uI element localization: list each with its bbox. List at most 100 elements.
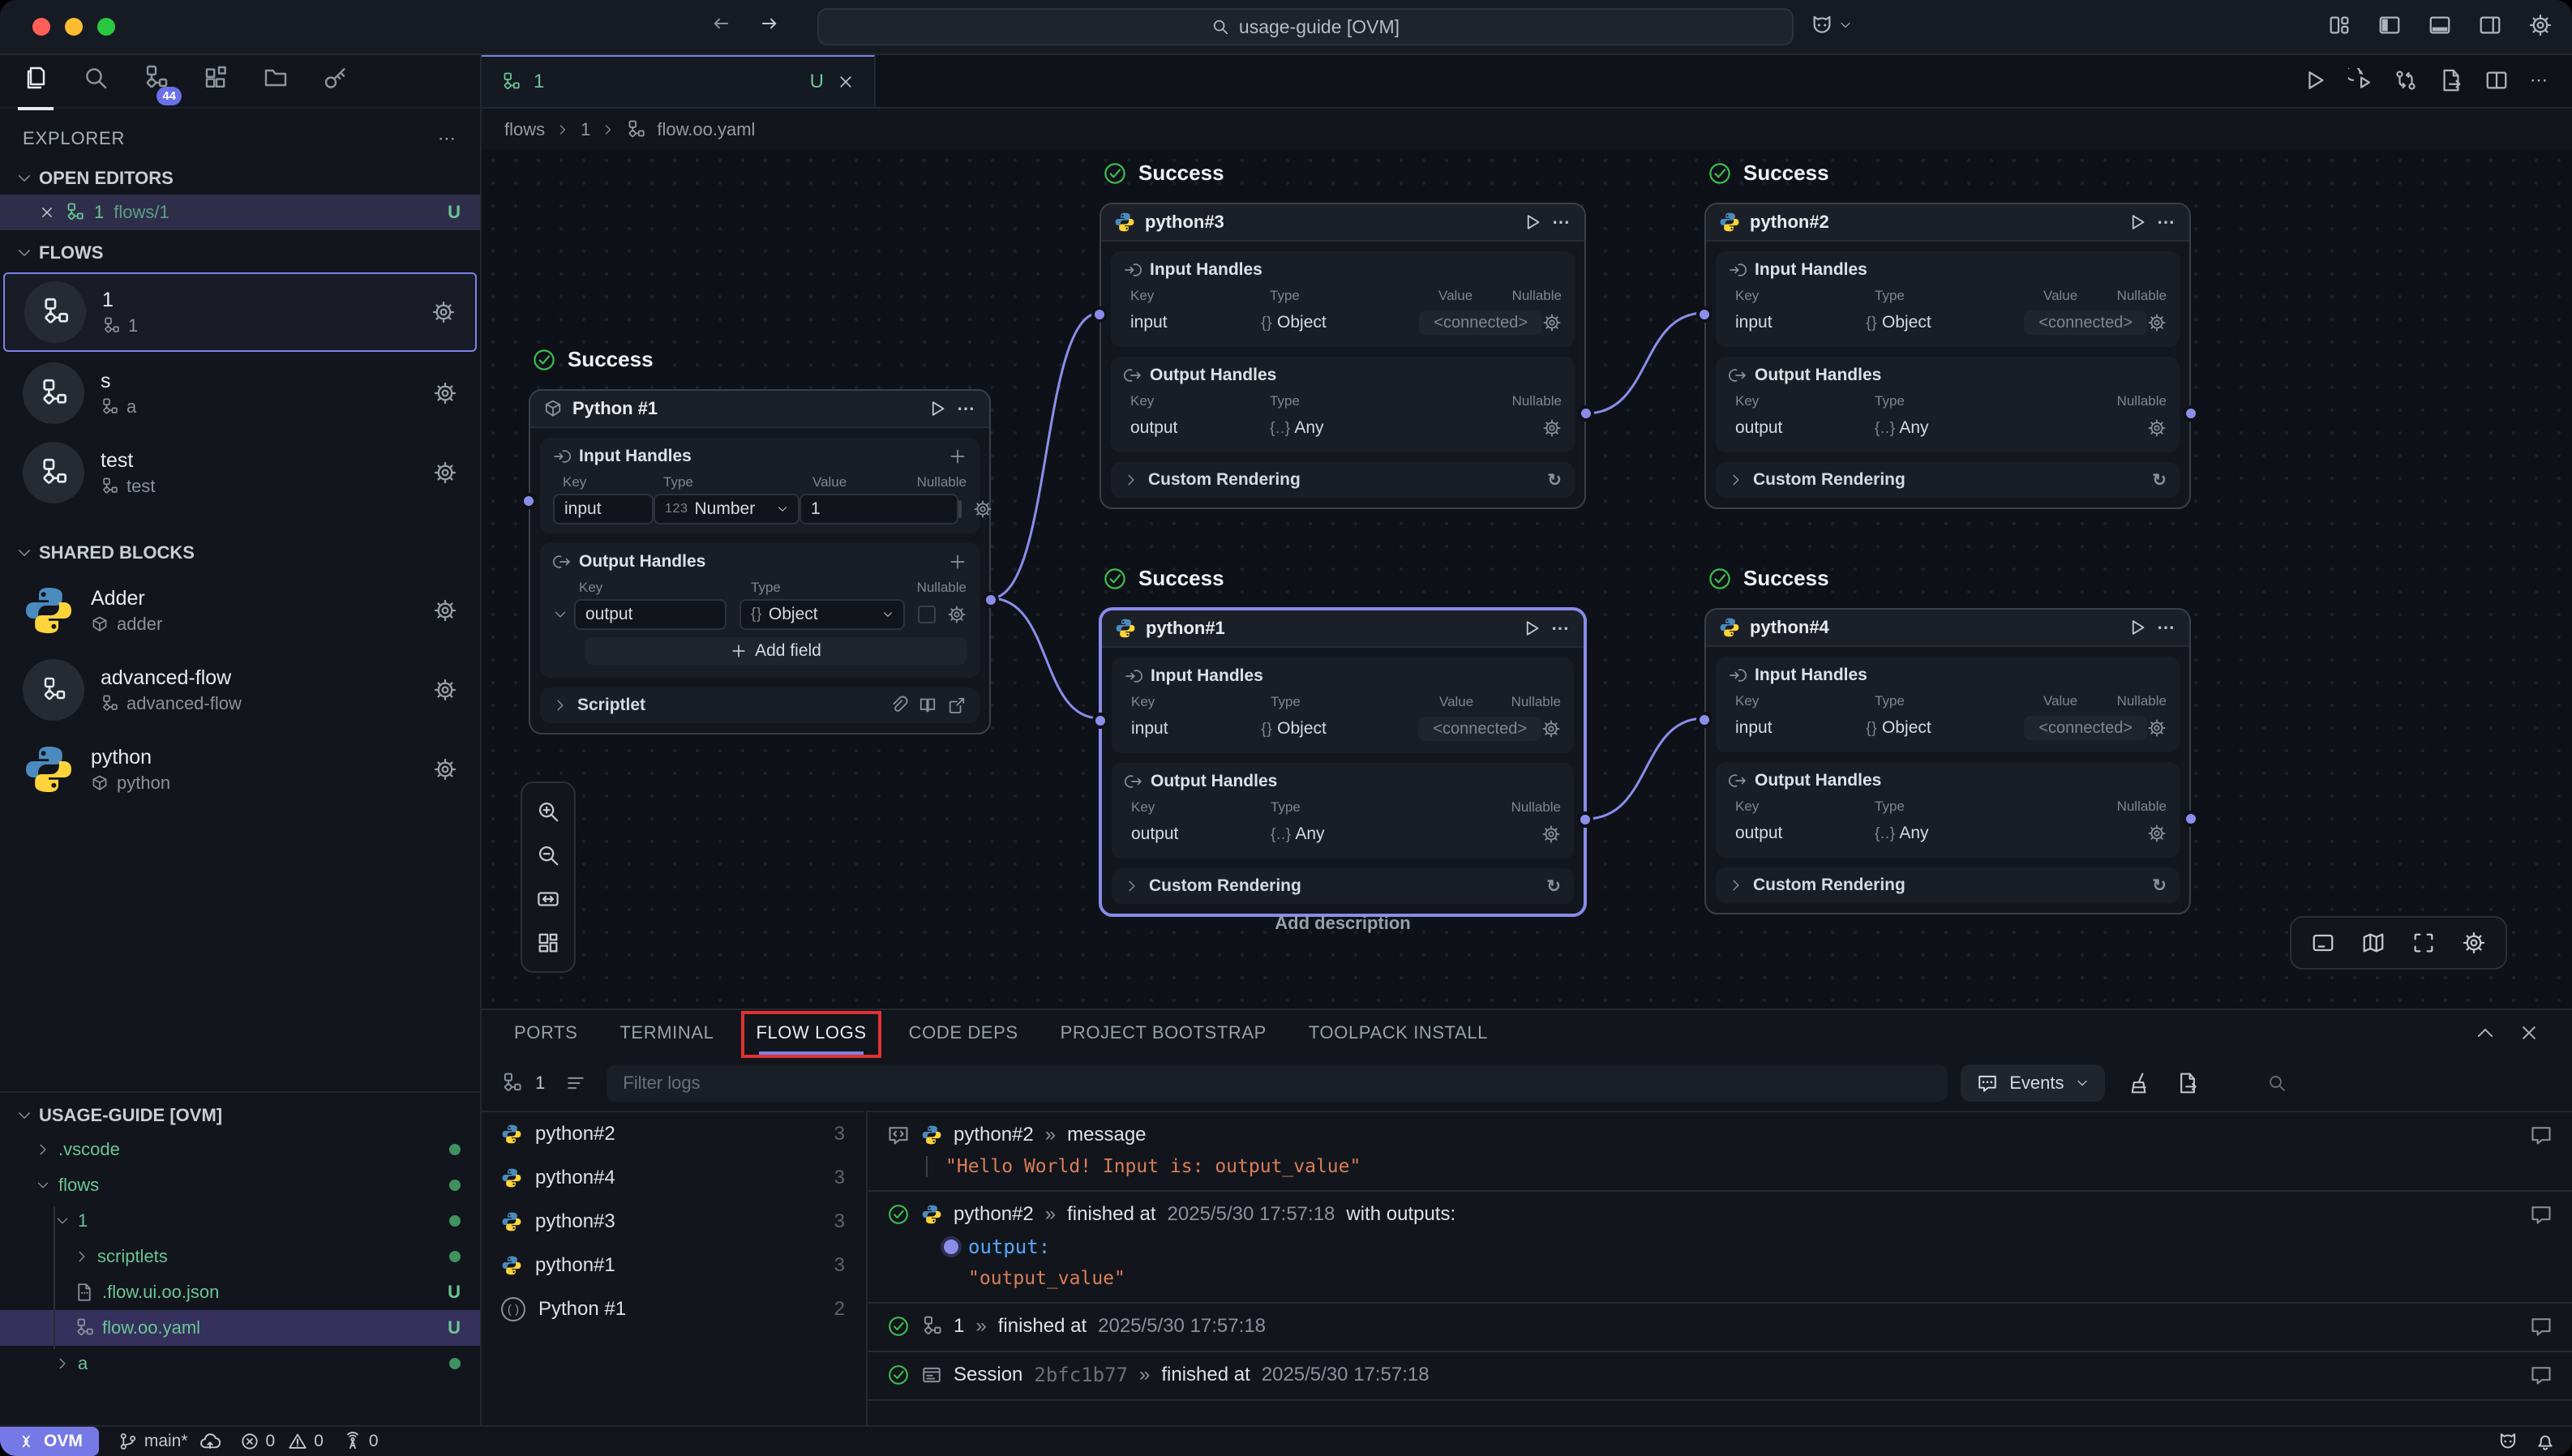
flow-card-s[interactable]: s a <box>3 355 477 431</box>
explorer-more-actions[interactable]: ⋯ <box>438 128 457 149</box>
input-port[interactable] <box>1696 712 1713 728</box>
handle-settings-gear-icon[interactable] <box>1541 719 1561 739</box>
copilot-status-icon[interactable] <box>2497 1431 2518 1452</box>
node-more-actions[interactable]: ⋯ <box>1551 618 1571 639</box>
tree-item-flows[interactable]: flows <box>0 1167 480 1203</box>
ports-status[interactable]: 0 <box>343 1432 379 1451</box>
log-source-item[interactable]: python#33 <box>482 1200 864 1244</box>
node-more-actions[interactable]: ⋯ <box>2157 617 2176 638</box>
chevron-down-icon[interactable] <box>1839 19 1852 32</box>
value-input[interactable]: 1 <box>799 494 958 525</box>
filter-logs-input[interactable] <box>607 1064 1948 1102</box>
handle-settings-gear-icon[interactable] <box>1542 418 1562 438</box>
log-entry-message[interactable]: python#2»message "Hello World! Input is:… <box>868 1112 2572 1192</box>
flow-settings-gear-icon[interactable] <box>433 381 457 405</box>
open-external-icon[interactable] <box>947 696 967 715</box>
tree-item-vscode[interactable]: .vscode <box>0 1132 480 1167</box>
notifications-bell-icon[interactable] <box>2535 1431 2556 1452</box>
custom-rendering-section[interactable]: Custom Rendering ↻ <box>1716 867 2180 903</box>
tab-ports[interactable]: PORTS <box>514 1022 577 1043</box>
log-source-item[interactable]: python#43 <box>482 1156 864 1200</box>
explorer-activity-icon[interactable] <box>23 65 49 96</box>
comment-icon[interactable] <box>2530 1124 2553 1146</box>
flow-card-1[interactable]: 1 1 <box>3 272 477 352</box>
history-back-icon[interactable] <box>710 13 731 34</box>
split-editor-icon[interactable] <box>2484 68 2509 92</box>
flow-canvas[interactable]: Success Python #1 ⋯ Input Handles KeyTyp… <box>482 149 2572 1008</box>
handle-settings-gear-icon[interactable] <box>2147 418 2167 438</box>
export-file-icon[interactable] <box>2439 68 2463 92</box>
nullable-checkbox[interactable] <box>918 606 936 623</box>
node-more-actions[interactable]: ⋯ <box>2157 212 2176 233</box>
node-header[interactable]: python#3 ⋯ <box>1101 204 1584 242</box>
breadcrumb-1[interactable]: 1 <box>581 119 590 140</box>
output-port[interactable] <box>1578 405 1594 422</box>
close-panel-icon[interactable] <box>2518 1022 2540 1043</box>
block-settings-gear-icon[interactable] <box>433 757 457 782</box>
toggle-panel-icon[interactable] <box>2428 13 2452 37</box>
node-header[interactable]: python#1 ⋯ <box>1102 610 1584 648</box>
tree-item-flow-ui-json[interactable]: .flow.ui.oo.jsonU <box>0 1274 480 1310</box>
canvas-settings-gear-icon[interactable] <box>2462 931 2486 955</box>
output-port[interactable] <box>2183 811 2199 827</box>
console-icon[interactable] <box>2311 931 2335 955</box>
shared-block-advanced-flow[interactable]: advanced-flow advanced-flow <box>3 652 477 728</box>
log-source-item[interactable]: ( )Python #12 <box>482 1287 864 1331</box>
node-header[interactable]: Python #1 ⋯ <box>530 391 989 428</box>
manage-gear-icon[interactable] <box>2528 13 2553 37</box>
export-logs-icon[interactable] <box>2176 1072 2199 1094</box>
input-port[interactable] <box>1092 713 1108 729</box>
extensions-activity-icon[interactable] <box>203 65 229 96</box>
close-icon[interactable] <box>39 204 55 221</box>
sync-icon[interactable] <box>2394 68 2418 92</box>
tree-item-scriptlets[interactable]: scriptlets <box>0 1239 480 1274</box>
node-header[interactable]: python#2 ⋯ <box>1706 204 2189 242</box>
add-handle-icon[interactable] <box>949 553 967 571</box>
history-forward-icon[interactable] <box>759 13 780 34</box>
comment-icon[interactable] <box>2530 1364 2553 1386</box>
node-python2[interactable]: Success python#2 ⋯ Input Handles KeyType… <box>1704 203 2191 509</box>
window-minimize-button[interactable] <box>65 18 83 36</box>
tab-code-deps[interactable]: CODE DEPS <box>909 1022 1018 1043</box>
zoom-in-icon[interactable] <box>536 799 560 824</box>
log-source-item[interactable]: python#23 <box>482 1112 864 1156</box>
remote-indicator[interactable]: OVM <box>0 1427 99 1456</box>
fit-view-icon[interactable] <box>2411 931 2436 955</box>
input-port[interactable] <box>1091 306 1108 323</box>
log-source-item[interactable]: python#13 <box>482 1244 864 1287</box>
add-handle-icon[interactable] <box>949 448 967 465</box>
refresh-icon[interactable]: ↻ <box>1547 470 1562 490</box>
shared-blocks-header[interactable]: SHARED BLOCKS <box>0 537 480 569</box>
flow-settings-gear-icon[interactable] <box>433 460 457 485</box>
window-zoom-button[interactable] <box>97 18 115 36</box>
custom-rendering-section[interactable]: Custom Rendering ↻ <box>1716 462 2180 498</box>
editor-more-actions[interactable]: ⋯ <box>2530 70 2549 91</box>
output-port[interactable] <box>983 592 999 608</box>
flow-card-test[interactable]: test test <box>3 435 477 511</box>
tree-item-a[interactable]: a <box>0 1346 480 1381</box>
node-more-actions[interactable]: ⋯ <box>957 398 976 419</box>
log-entry-session-finished[interactable]: Session2bfc1b77»finished at 2025/5/30 17… <box>868 1352 2572 1401</box>
tree-item-1[interactable]: 1 <box>0 1203 480 1239</box>
handle-settings-gear-icon[interactable] <box>1541 824 1561 844</box>
tab-flow-1[interactable]: 1 U <box>482 54 876 107</box>
handle-settings-gear-icon[interactable] <box>947 605 967 624</box>
refresh-icon[interactable]: ↻ <box>2152 876 2167 896</box>
block-settings-gear-icon[interactable] <box>433 598 457 623</box>
comment-icon[interactable] <box>2530 1315 2553 1338</box>
shared-block-python[interactable]: python python <box>3 731 477 807</box>
handle-settings-gear-icon[interactable] <box>973 499 992 519</box>
open-editors-header[interactable]: OPEN EDITORS <box>0 162 480 195</box>
node-python-main[interactable]: Success Python #1 ⋯ Input Handles KeyTyp… <box>529 389 991 734</box>
run-node-icon[interactable] <box>1523 212 1542 232</box>
customize-layout-icon[interactable] <box>2327 13 2351 37</box>
handle-settings-gear-icon[interactable] <box>2147 313 2167 332</box>
log-entry-finished-outputs[interactable]: python#2»finished at 2025/5/30 17:57:18w… <box>868 1192 2572 1304</box>
custom-rendering-section[interactable]: Custom Rendering ↻ <box>1111 462 1575 498</box>
input-port[interactable] <box>1696 306 1713 323</box>
tab-toolpack-install[interactable]: TOOLPACK INSTALL <box>1309 1022 1488 1043</box>
run-node-icon[interactable] <box>2128 212 2147 232</box>
key-activity-icon[interactable] <box>323 65 349 96</box>
add-field-button[interactable]: Add field <box>585 637 967 665</box>
fit-width-icon[interactable] <box>536 887 560 911</box>
